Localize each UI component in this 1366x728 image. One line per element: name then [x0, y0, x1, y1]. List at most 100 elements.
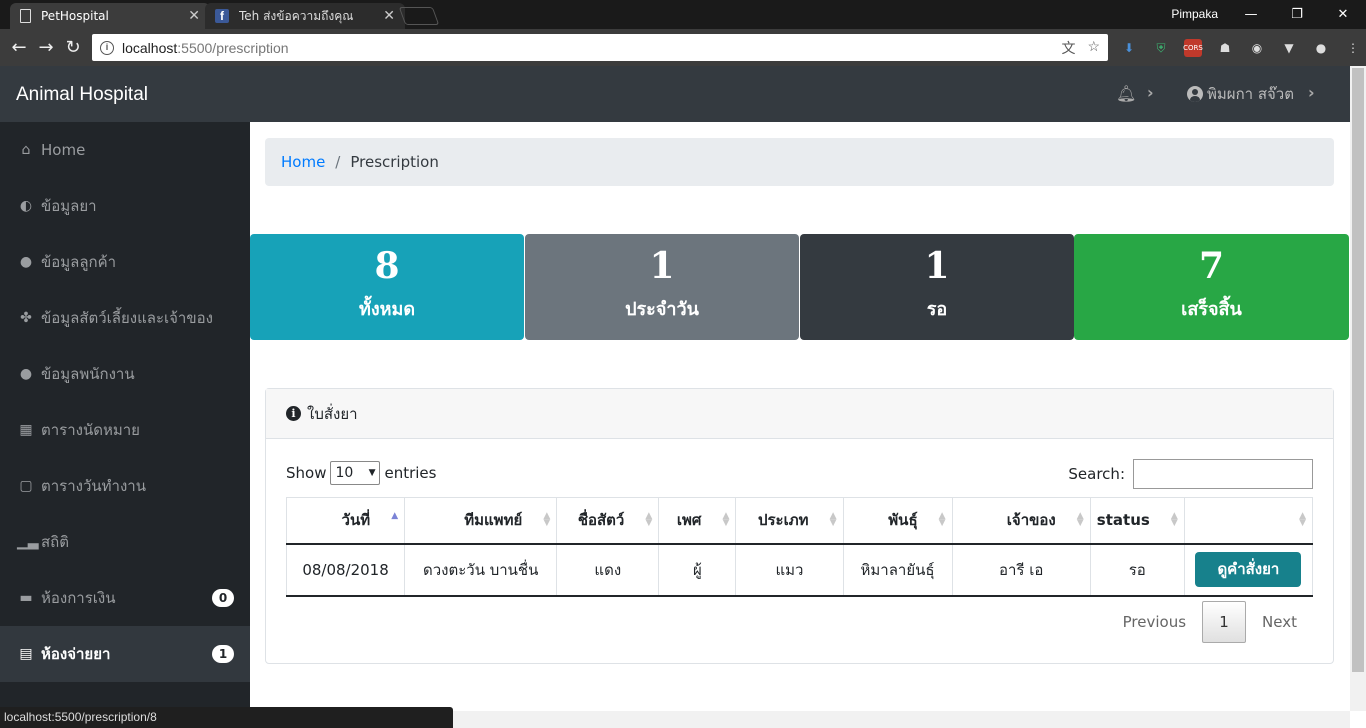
tab-close-icon[interactable]: ✕: [383, 8, 395, 24]
sidebar-item-label: สถิติ: [41, 533, 69, 551]
entries-label: entries: [384, 464, 437, 482]
prescription-table: วันที่ ▲ ทีมแพทย์ ▲ ▼ ชื่อสัตว์ ▲ ▼ เพศ ▲ ▼ ประ…: [285, 497, 1314, 597]
pagination: Previous 1 Next: [1107, 601, 1313, 643]
reload-icon[interactable]: ↻: [62, 37, 84, 59]
table-search: Search:: [1068, 459, 1313, 489]
new-tab-button[interactable]: [398, 7, 440, 25]
breadcrumb-separator: /: [335, 153, 341, 171]
bookmark-star-icon[interactable]: ☆: [1087, 38, 1100, 58]
user-icon: ●: [19, 254, 33, 270]
user-icon: ●: [19, 366, 33, 382]
stat-label: รอ: [926, 299, 948, 320]
shield-extension-icon[interactable]: ⛨: [1150, 37, 1172, 59]
breadcrumb-current: Prescription: [350, 153, 439, 171]
stat-card-waiting: 1 รอ: [800, 234, 1074, 340]
sort-icon: ▲ ▼: [829, 511, 837, 528]
stat-label: ทั้งหมด: [358, 299, 416, 320]
spy-extension-icon[interactable]: ☗: [1214, 37, 1236, 59]
menu-dots-icon[interactable]: ⋮: [1342, 37, 1364, 59]
sidebar-item-label: ข้อมูลพนักงาน: [41, 365, 135, 383]
column-header-owner[interactable]: เจ้าของ ▲ ▼: [951, 497, 1091, 545]
sort-icon: ▲ ▼: [645, 511, 653, 528]
forward-arrow-icon[interactable]: →: [35, 37, 57, 59]
maximize-button[interactable]: ❐: [1274, 0, 1320, 29]
sort-icon: ▲ ▼: [1076, 511, 1084, 528]
vertical-scrollbar[interactable]: [1350, 66, 1366, 711]
stat-value: 1: [649, 245, 675, 287]
sidebar-item-finance[interactable]: ▬ ห้องการเงิน 0: [0, 570, 250, 626]
camera-extension-icon[interactable]: ◉: [1246, 37, 1268, 59]
column-header-type[interactable]: ประเภท ▲ ▼: [735, 497, 844, 545]
circle-extension-icon[interactable]: ●: [1310, 37, 1332, 59]
browser-tab-bar: PetHospital ✕ f Teh ส่งข้อความถึงคุณ ✕ P…: [0, 0, 1366, 29]
extensions: ⬇ ⛨ CORS ☗ ◉ ▼ ● ⋮: [1118, 37, 1364, 59]
column-header-breed[interactable]: พันธุ์ ▲ ▼: [842, 497, 953, 545]
browser-tab-facebook[interactable]: f Teh ส่งข้อความถึงคุณ ✕: [205, 3, 405, 29]
cell-status: รอ: [1089, 543, 1185, 597]
sidebar-item-workdays[interactable]: ▢ ตารางวันทำงาน: [0, 458, 250, 514]
column-header-status[interactable]: status ▲ ▼: [1089, 497, 1185, 545]
next-page-button[interactable]: Next: [1246, 601, 1313, 643]
view-prescription-button[interactable]: ดูคำสั่งยา: [1195, 552, 1302, 587]
previous-page-button[interactable]: Previous: [1107, 601, 1202, 643]
cell-breed: หิมาลายันธุ์: [842, 543, 953, 597]
sort-icon: ▲ ▼: [938, 511, 946, 528]
stat-label: ประจำวัน: [625, 299, 699, 320]
column-header-pet-name[interactable]: ชื่อสัตว์ ▲ ▼: [556, 497, 660, 545]
breadcrumb-home-link[interactable]: Home: [281, 153, 325, 171]
vue-extension-icon[interactable]: ▼: [1278, 37, 1300, 59]
table-header-row: วันที่ ▲ ทีมแพทย์ ▲ ▼ ชื่อสัตว์ ▲ ▼ เพศ ▲ ▼ ประ…: [285, 497, 1314, 545]
sidebar-item-medicine[interactable]: ◐ ข้อมูลยา: [0, 178, 250, 234]
page-1-button[interactable]: 1: [1202, 601, 1247, 643]
sidebar-item-employees[interactable]: ● ข้อมูลพนักงาน: [0, 346, 250, 402]
sidebar-item-pharmacy[interactable]: ▤ ห้องจ่ายยา 1: [0, 626, 250, 682]
sidebar-item-pets[interactable]: ✤ ข้อมูลสัตว์เลี้ยงและเจ้าของ: [0, 290, 250, 346]
column-header-action[interactable]: ▲ ▼: [1183, 497, 1314, 545]
url-path: :5500/prescription: [177, 39, 289, 56]
chevron-right-icon[interactable]: ›: [1308, 83, 1315, 102]
top-navbar: Animal Hospital 🔔︎ › พิมผกา สจ๊วต ›: [0, 66, 1350, 122]
stat-card-completed: 7 เสร็จสิ้น: [1074, 234, 1349, 340]
chart-icon: ▁▃: [17, 534, 39, 550]
sidebar-item-label: ตารางวันทำงาน: [41, 477, 146, 495]
translate-icon[interactable]: 文: [1061, 38, 1075, 58]
user-menu[interactable]: พิมผกา สจ๊วต: [1187, 82, 1294, 106]
site-info-icon[interactable]: i: [100, 40, 114, 55]
profile-name[interactable]: Pimpaka: [1171, 0, 1218, 29]
close-window-button[interactable]: ✕: [1320, 0, 1366, 29]
entries-select[interactable]: 10 ▼: [330, 461, 381, 485]
back-arrow-icon[interactable]: ←: [8, 37, 30, 59]
column-header-date[interactable]: วันที่ ▲: [285, 497, 406, 545]
browser-tab-pethospital[interactable]: PetHospital ✕: [10, 3, 210, 29]
sidebar-item-customers[interactable]: ● ข้อมูลลูกค้า: [0, 234, 250, 290]
sidebar: ⌂ Home ◐ ข้อมูลยา ● ข้อมูลลูกค้า ✤ ข้อมู…: [0, 122, 250, 728]
column-header-doctor[interactable]: ทีมแพทย์ ▲ ▼: [404, 497, 558, 545]
address-bar[interactable]: i localhost :5500/prescription 文 ☆: [92, 34, 1108, 61]
user-circle-icon: [1187, 86, 1203, 102]
download-extension-icon[interactable]: ⬇: [1118, 37, 1140, 59]
sidebar-item-home[interactable]: ⌂ Home: [0, 122, 250, 178]
sidebar-item-statistics[interactable]: ▁▃ สถิติ: [0, 514, 250, 570]
calendar-icon: ▢: [19, 478, 33, 494]
scrollbar-thumb[interactable]: [1352, 68, 1364, 672]
sidebar-item-appointments[interactable]: ▦ ตารางนัดหมาย: [0, 402, 250, 458]
stat-card-daily: 1 ประจำวัน: [525, 234, 799, 340]
stat-value: 1: [924, 245, 950, 287]
finance-badge: 0: [212, 589, 234, 607]
bell-icon[interactable]: 🔔︎: [1116, 84, 1136, 103]
table-row: 08/08/2018 ดวงตะวัน บานชื่น แดง ผู้ แมว …: [285, 543, 1314, 597]
money-icon: ▬: [19, 590, 33, 606]
brand[interactable]: Animal Hospital: [16, 66, 148, 124]
cell-date: 08/08/2018: [285, 543, 406, 597]
tab-close-icon[interactable]: ✕: [188, 8, 200, 24]
sort-icon: ▲ ▼: [722, 511, 730, 528]
sidebar-item-label: ห้องจ่ายยา: [41, 645, 111, 663]
search-input[interactable]: [1133, 459, 1313, 489]
cors-extension-icon[interactable]: CORS: [1183, 39, 1203, 57]
chevron-right-icon[interactable]: ›: [1147, 83, 1154, 102]
breadcrumb: Home / Prescription: [265, 138, 1334, 186]
column-header-gender[interactable]: เพศ ▲ ▼: [658, 497, 737, 545]
stat-card-total: 8 ทั้งหมด: [250, 234, 524, 340]
prescription-card: i ใบสั่งยา Show 10 ▼ entries Search: วัน…: [265, 388, 1334, 664]
minimize-button[interactable]: —: [1228, 0, 1274, 29]
